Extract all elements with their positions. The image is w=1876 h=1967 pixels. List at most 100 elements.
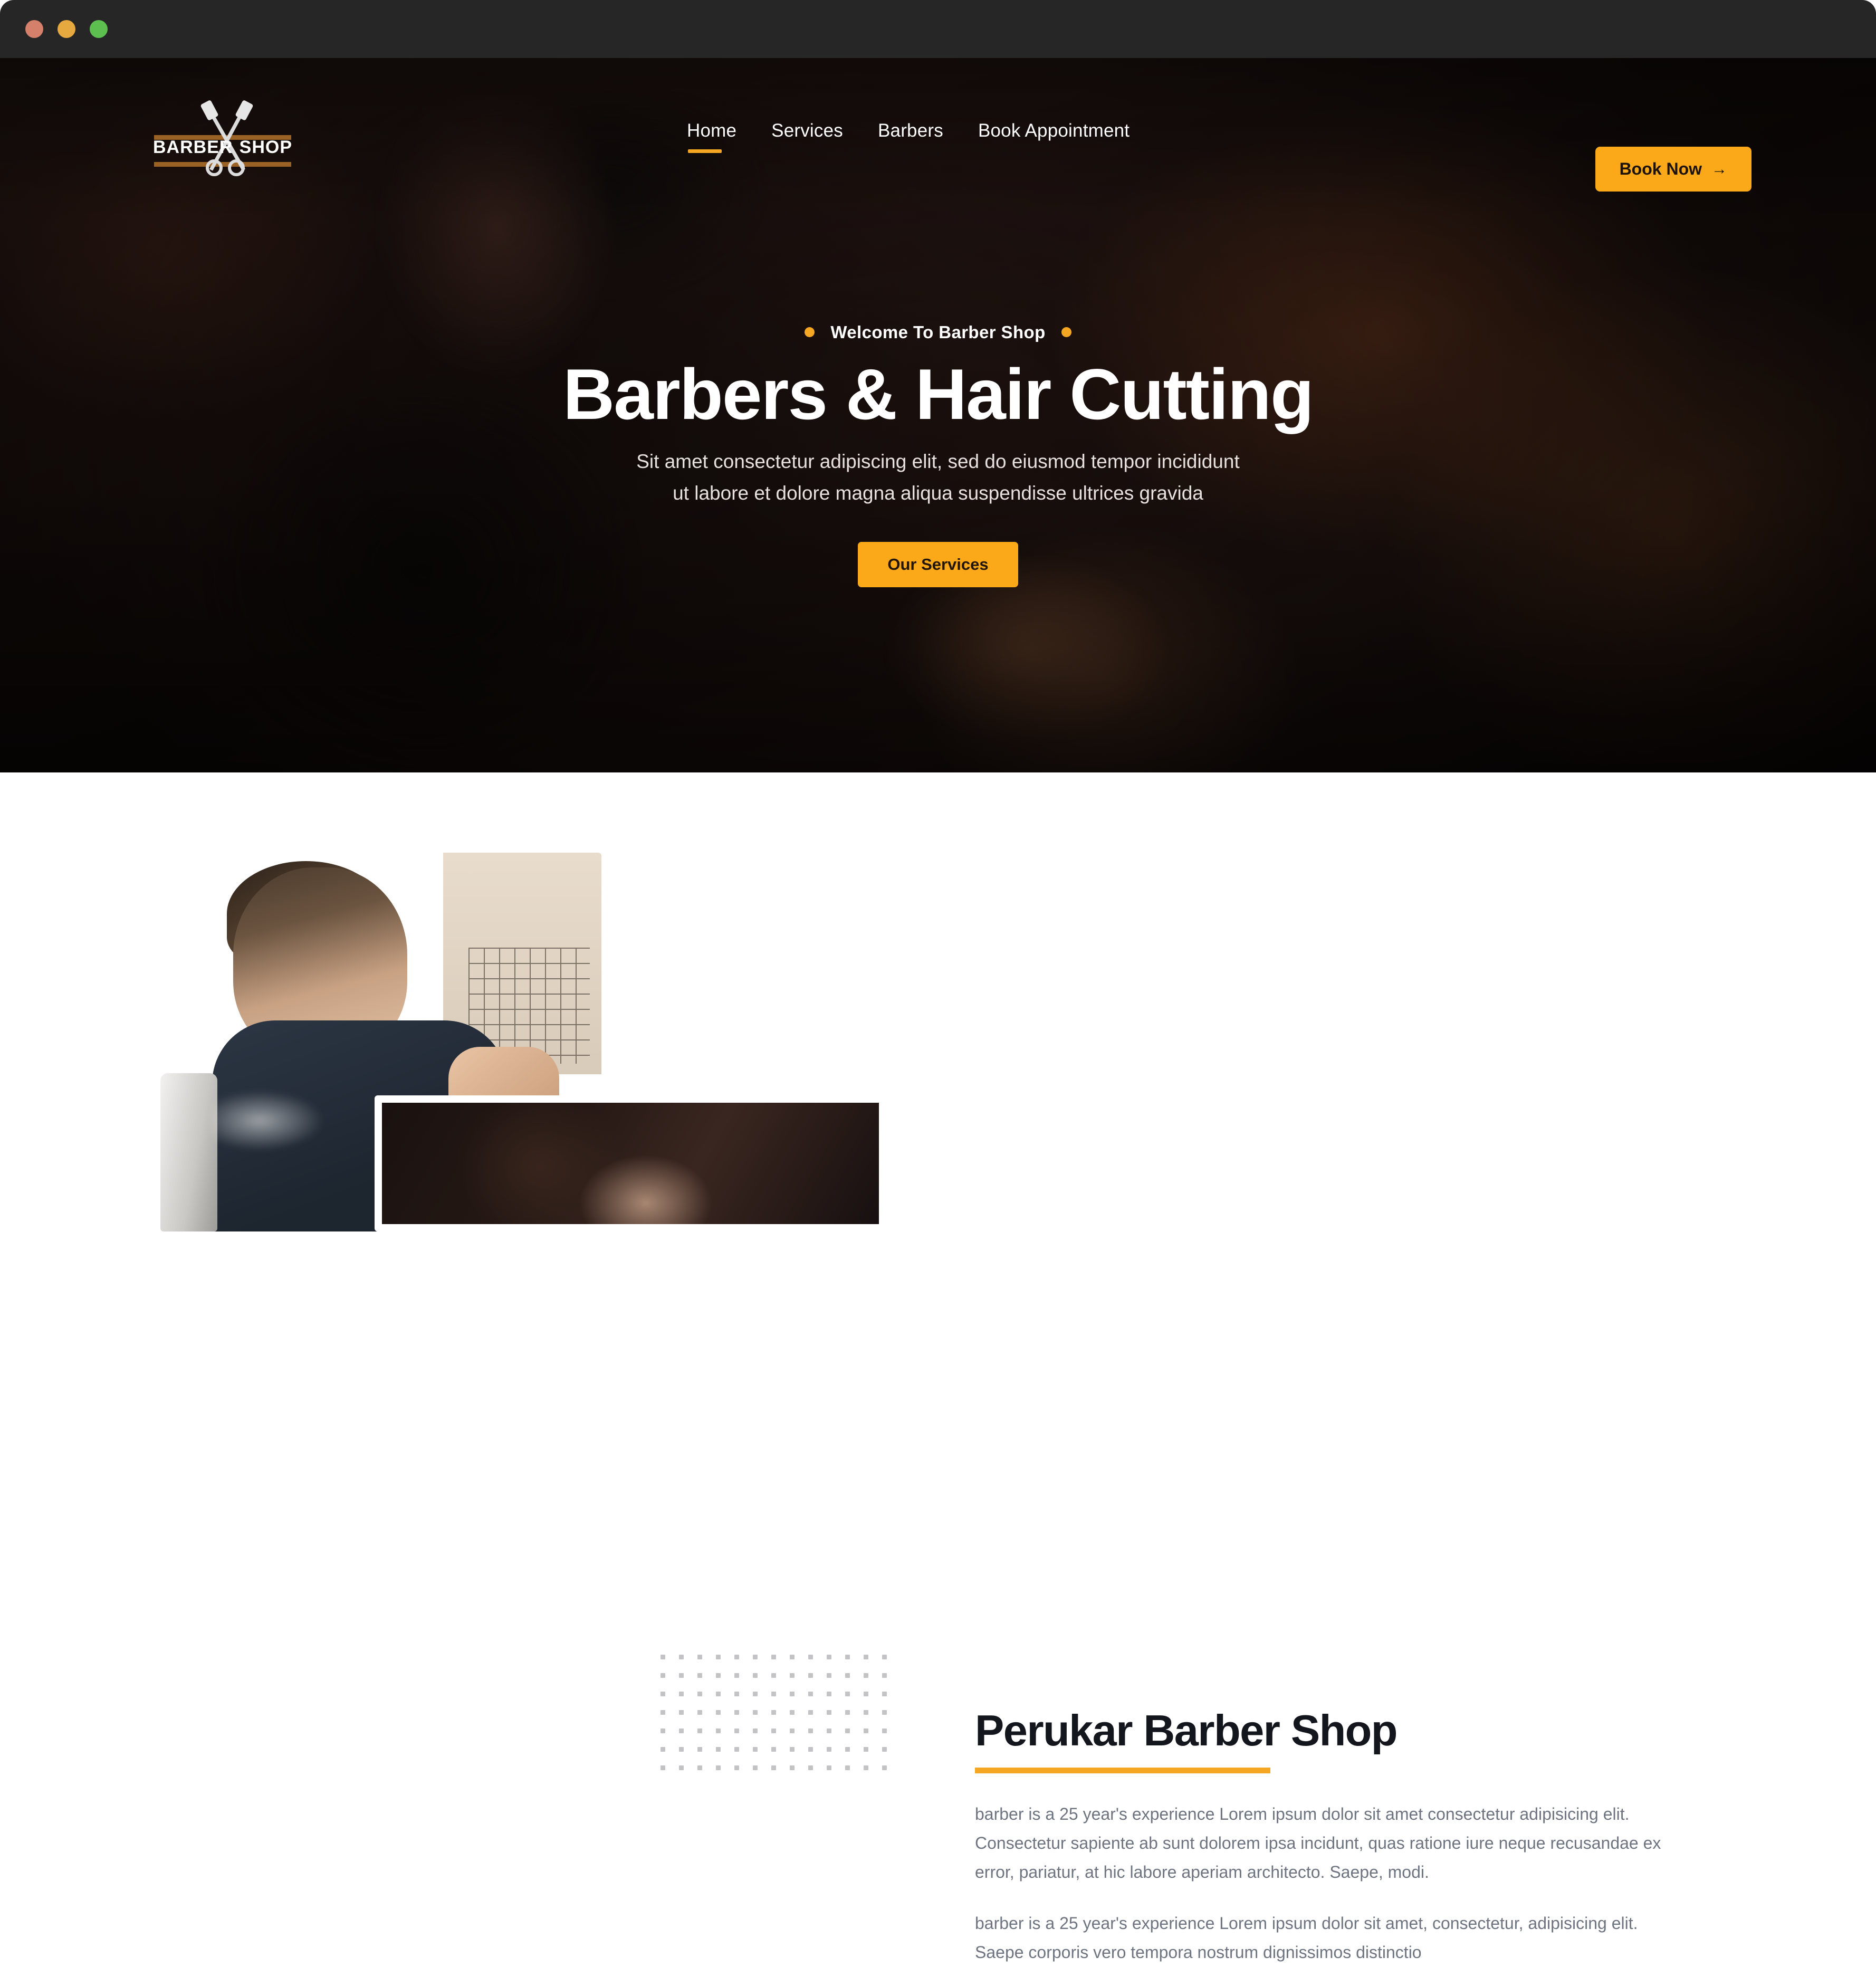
dot-grid-dot — [734, 1710, 739, 1715]
dot-grid-dot — [771, 1729, 776, 1733]
dot-grid-dot — [790, 1765, 795, 1770]
dot-grid-dot — [882, 1729, 887, 1733]
hero-title: Barbers & Hair Cutting — [563, 354, 1314, 434]
hero-content: Welcome To Barber Shop Barbers & Hair Cu… — [0, 58, 1876, 772]
decorative-dot-grid — [661, 1655, 893, 1773]
dot-grid-dot — [716, 1710, 721, 1715]
dot-grid-dot — [734, 1692, 739, 1696]
dot-grid-dot — [790, 1710, 795, 1715]
hero-eyebrow: Welcome To Barber Shop — [805, 322, 1071, 342]
hero-eyebrow-text: Welcome To Barber Shop — [830, 322, 1046, 342]
dot-grid-dot — [790, 1673, 795, 1678]
dot-grid-dot — [661, 1673, 665, 1678]
dot-grid-dot — [734, 1747, 739, 1752]
dot-grid-dot — [808, 1747, 813, 1752]
minimize-window-button[interactable] — [58, 20, 75, 38]
dot-grid-dot — [827, 1710, 831, 1715]
dot-grid-dot — [734, 1673, 739, 1678]
dot-grid-dot — [790, 1692, 795, 1696]
dot-grid-dot — [734, 1765, 739, 1770]
dot-grid-dot — [697, 1747, 702, 1752]
dot-grid-dot — [864, 1655, 868, 1659]
dot-grid-dot — [827, 1747, 831, 1752]
dot-grid-dot — [790, 1747, 795, 1752]
close-window-button[interactable] — [25, 20, 43, 38]
dot-grid-dot — [882, 1747, 887, 1752]
dot-grid-dot — [845, 1710, 850, 1715]
dot-grid-dot — [771, 1655, 776, 1659]
dot-grid-dot — [808, 1655, 813, 1659]
dot-grid-dot — [845, 1655, 850, 1659]
browser-chrome — [0, 0, 1876, 58]
dot-grid-dot — [661, 1747, 665, 1752]
eyebrow-dot-left-icon — [805, 327, 815, 338]
dot-grid-dot — [790, 1655, 795, 1659]
dot-grid-dot — [790, 1729, 795, 1733]
dot-grid-dot — [661, 1692, 665, 1696]
dot-grid-dot — [697, 1765, 702, 1770]
dot-grid-dot — [716, 1765, 721, 1770]
dot-grid-dot — [661, 1710, 665, 1715]
dot-grid-dot — [716, 1655, 721, 1659]
about-paragraph-2: barber is a 25 year's experience Lorem i… — [975, 1914, 1638, 1962]
dot-grid-dot — [771, 1673, 776, 1678]
about-image-spray-mist — [212, 1078, 381, 1168]
dot-grid-dot — [771, 1692, 776, 1696]
dot-grid-dot — [827, 1729, 831, 1733]
hero-subtitle-line2: ut labore et dolore magna aliqua suspend… — [673, 482, 1203, 504]
dot-grid-dot — [845, 1765, 850, 1770]
dot-grid-dot — [771, 1710, 776, 1715]
our-services-button[interactable]: Our Services — [858, 542, 1018, 588]
about-section: HAIR Perukar Barber Shop barber is a 25 … — [0, 772, 1876, 1962]
dot-grid-dot — [845, 1692, 850, 1696]
about-title: Perukar Barber Shop — [975, 1706, 1398, 1755]
dot-grid-dot — [679, 1655, 684, 1659]
dot-grid-dot — [679, 1692, 684, 1696]
dot-grid-dot — [753, 1729, 758, 1733]
dot-grid-dot — [771, 1765, 776, 1770]
dot-grid-dot — [808, 1673, 813, 1678]
dot-grid-dot — [864, 1710, 868, 1715]
dot-grid-dot — [753, 1692, 758, 1696]
dot-grid-dot — [697, 1655, 702, 1659]
dot-grid-dot — [882, 1710, 887, 1715]
dot-grid-dot — [882, 1673, 887, 1678]
dot-grid-dot — [753, 1710, 758, 1715]
dot-grid-dot — [845, 1673, 850, 1678]
dot-grid-dot — [697, 1692, 702, 1696]
window-traffic-lights — [25, 20, 108, 38]
about-text-block: Perukar Barber Shop barber is a 25 year'… — [975, 1707, 1682, 1967]
eyebrow-dot-right-icon — [1061, 327, 1071, 338]
hero-subtitle: Sit amet consectetur adipiscing elit, se… — [636, 446, 1240, 509]
dot-grid-dot — [716, 1729, 721, 1733]
dot-grid-dot — [661, 1765, 665, 1770]
dot-grid-dot — [697, 1710, 702, 1715]
dot-grid-dot — [679, 1765, 684, 1770]
dot-grid-dot — [716, 1673, 721, 1678]
dot-grid-dot — [864, 1692, 868, 1696]
dot-grid-dot — [864, 1765, 868, 1770]
dot-grid-dot — [679, 1747, 684, 1752]
dot-grid-dot — [771, 1747, 776, 1752]
hero-section: BARBER SHOP Home Services Barbers Book A… — [0, 58, 1876, 772]
about-secondary-image — [375, 1095, 886, 1231]
dot-grid-dot — [864, 1673, 868, 1678]
dot-grid-dot — [734, 1729, 739, 1733]
hero-subtitle-line1: Sit amet consectetur adipiscing elit, se… — [636, 451, 1240, 473]
dot-grid-dot — [882, 1655, 887, 1659]
dot-grid-dot — [753, 1655, 758, 1659]
dot-grid-dot — [661, 1655, 665, 1659]
dot-grid-dot — [716, 1747, 721, 1752]
dot-grid-dot — [661, 1729, 665, 1733]
dot-grid-dot — [808, 1765, 813, 1770]
dot-grid-dot — [827, 1692, 831, 1696]
dot-grid-dot — [808, 1692, 813, 1696]
dot-grid-dot — [697, 1673, 702, 1678]
about-image-spray-can — [160, 1073, 217, 1231]
dot-grid-dot — [864, 1729, 868, 1733]
dot-grid-dot — [882, 1765, 887, 1770]
dot-grid-dot — [845, 1747, 850, 1752]
dot-grid-dot — [679, 1710, 684, 1715]
maximize-window-button[interactable] — [90, 20, 108, 38]
dot-grid-dot — [827, 1673, 831, 1678]
